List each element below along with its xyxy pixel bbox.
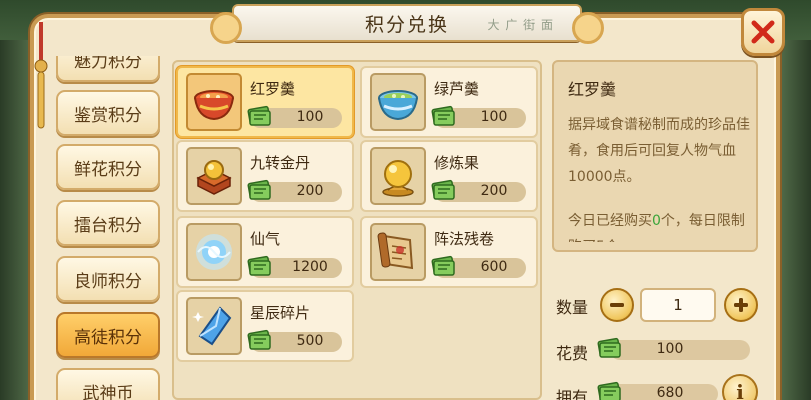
item-detail-panel: 红罗羹 据异域食谱秘制而成的珍品佳肴，食用后可回复人物气血10000点。 今日已… bbox=[552, 60, 758, 252]
quantity-increase-button[interactable] bbox=[724, 288, 758, 322]
minus-icon bbox=[610, 303, 624, 307]
tab-appraisal-points[interactable]: 鉴赏积分 bbox=[56, 90, 160, 136]
item-icon-frame bbox=[370, 73, 426, 131]
item-price: 200 bbox=[296, 183, 324, 199]
point-ticket-icon bbox=[431, 105, 455, 126]
item-card-red-soup[interactable]: 红罗羹 100 bbox=[176, 66, 354, 138]
tab-apprentice-points[interactable]: 高徒积分 bbox=[56, 312, 160, 358]
close-icon bbox=[751, 20, 775, 44]
bowl-green-soup-icon bbox=[378, 90, 418, 121]
item-name: 星辰碎片 bbox=[250, 304, 311, 322]
tab-charm-points[interactable]: 魅力积分 bbox=[56, 56, 160, 82]
item-price: 600 bbox=[480, 259, 508, 275]
item-name: 九转金丹 bbox=[250, 154, 311, 172]
item-icon-frame bbox=[186, 223, 242, 281]
golden-pill-icon bbox=[196, 160, 232, 195]
owned-value: 680 bbox=[656, 385, 684, 400]
item-name: 阵法残卷 bbox=[434, 230, 495, 248]
detail-description: 据异域食谱秘制而成的珍品佳肴，食用后可回复人物气血10000点。 bbox=[568, 117, 750, 185]
item-icon-frame bbox=[370, 223, 426, 281]
tab-wushen-coin[interactable]: 武神币 bbox=[56, 368, 160, 400]
window-title: 积分兑换 bbox=[364, 13, 449, 36]
item-icon-frame bbox=[186, 73, 242, 131]
owned-label: 拥有 bbox=[556, 388, 589, 400]
item-icon-frame bbox=[370, 147, 426, 205]
background-pillar-right bbox=[777, 40, 811, 400]
item-price: 500 bbox=[296, 333, 324, 349]
item-name: 仙气 bbox=[250, 230, 281, 248]
point-ticket-icon bbox=[247, 105, 271, 126]
quantity-input[interactable]: 1 bbox=[640, 288, 716, 322]
fairy-qi-icon bbox=[196, 234, 232, 270]
tab-arena-points[interactable]: 擂台积分 bbox=[56, 200, 160, 246]
item-card-golden-pill[interactable]: 九转金丹 200 bbox=[176, 140, 354, 212]
quantity-decrease-button[interactable] bbox=[600, 288, 634, 322]
item-price: 200 bbox=[480, 183, 508, 199]
point-ticket-icon bbox=[597, 381, 621, 400]
star-shard-icon bbox=[192, 306, 232, 346]
point-ticket-icon bbox=[247, 179, 271, 200]
detail-item-name: 红罗羹 bbox=[568, 80, 617, 99]
point-ticket-icon bbox=[431, 255, 455, 276]
point-ticket-icon bbox=[431, 179, 455, 200]
item-card-fairy-qi[interactable]: 仙气 1200 bbox=[176, 216, 354, 288]
item-icon-frame bbox=[186, 147, 242, 205]
item-name: 修炼果 bbox=[434, 154, 480, 172]
item-price: 100 bbox=[296, 109, 324, 125]
item-price: 1200 bbox=[292, 259, 328, 275]
point-ticket-icon bbox=[247, 255, 271, 276]
background-pillar-left bbox=[0, 40, 34, 400]
tab-mentor-points[interactable]: 良师积分 bbox=[56, 256, 160, 302]
close-button[interactable] bbox=[741, 8, 785, 56]
title-decoration: 大 广 街 面 bbox=[487, 18, 554, 32]
tab-flower-points[interactable]: 鲜花积分 bbox=[56, 144, 160, 190]
item-card-cultivation-fruit[interactable]: 修炼果 200 bbox=[360, 140, 538, 212]
scroll-icon bbox=[377, 232, 414, 270]
detail-purchase-limit: 今日已经购买0个，每日限制购买5个 bbox=[568, 213, 745, 242]
info-icon: i bbox=[736, 380, 744, 400]
item-price: 100 bbox=[480, 109, 508, 125]
plus-icon bbox=[734, 298, 748, 312]
title-plate: 积分兑换 大 广 街 面 bbox=[210, 4, 604, 44]
cost-value: 100 bbox=[656, 341, 684, 357]
item-card-green-soup[interactable]: 绿芦羹 100 bbox=[360, 66, 538, 138]
quantity-label: 数量 bbox=[556, 298, 589, 317]
item-card-formation-scroll[interactable]: 阵法残卷 600 bbox=[360, 216, 538, 288]
bowl-red-soup-icon bbox=[194, 90, 234, 121]
point-ticket-icon bbox=[247, 329, 271, 350]
cost-label: 花费 bbox=[556, 344, 589, 363]
item-card-star-shard[interactable]: 星辰碎片 500 bbox=[176, 290, 354, 362]
point-ticket-icon bbox=[597, 337, 621, 358]
golden-fruit-icon bbox=[382, 160, 414, 197]
item-name: 红罗羹 bbox=[250, 80, 296, 98]
category-tab-list[interactable]: 魅力积分 鉴赏积分 鲜花积分 擂台积分 良师积分 高徒积分 武神币 bbox=[42, 56, 172, 400]
item-icon-frame bbox=[186, 297, 242, 355]
item-name: 绿芦羹 bbox=[434, 80, 480, 98]
